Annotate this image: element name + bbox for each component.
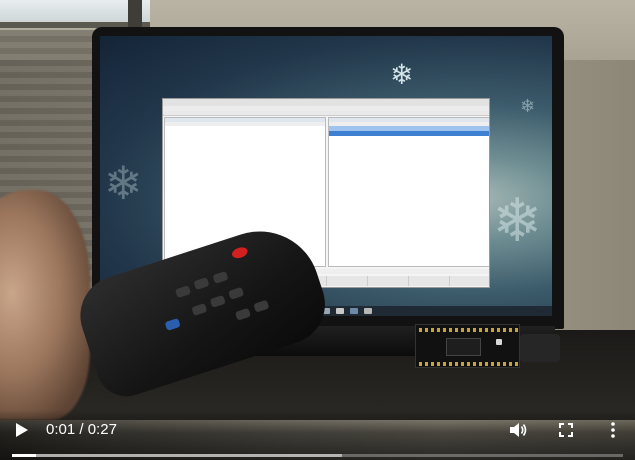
remote-button: [228, 286, 245, 300]
pin-header: [419, 328, 518, 332]
more-options-icon: [611, 422, 615, 438]
snowflake-icon: ❄: [520, 96, 536, 117]
volume-button[interactable]: [505, 418, 531, 442]
current-time: 0:01: [46, 421, 76, 438]
buffered-bar: [12, 454, 342, 457]
volume-icon: [510, 423, 527, 437]
function-key: [368, 276, 409, 286]
function-key: [327, 276, 368, 286]
dev-board: [415, 324, 520, 368]
chip: [446, 338, 481, 356]
remote-button: [253, 299, 270, 313]
file-manager-toolbar: [163, 111, 489, 116]
time-display: 0:01 / 0:27: [46, 420, 117, 440]
snowflake-icon: ❄: [390, 58, 414, 91]
remote-button: [193, 277, 210, 291]
snowflake-icon: ❄: [492, 186, 543, 256]
snowflake-icon: ❄: [104, 156, 143, 210]
fullscreen-button[interactable]: [553, 418, 579, 442]
led: [496, 339, 502, 345]
function-key: [409, 276, 450, 286]
remote-button: [209, 294, 226, 308]
hand: [0, 190, 90, 420]
right-pane: [328, 117, 489, 267]
function-key: [450, 276, 489, 286]
seek-bar[interactable]: [12, 454, 623, 457]
app-icon: [364, 308, 372, 314]
remote-button: [164, 318, 181, 331]
video-player[interactable]: ❄ ❄ ❄ ❄ 0:01 / 0:27: [0, 0, 635, 460]
play-button[interactable]: [10, 418, 34, 442]
window-post: [128, 0, 142, 30]
remote-button: [212, 270, 229, 284]
play-icon: [16, 423, 28, 437]
app-icon: [336, 308, 344, 314]
remote-button: [174, 285, 192, 299]
remote-button: [191, 303, 208, 316]
duration: 0:27: [87, 421, 117, 438]
app-icon: [350, 308, 358, 314]
pin-header: [419, 362, 518, 366]
more-options-button[interactable]: [603, 418, 623, 442]
fullscreen-icon: [559, 423, 573, 437]
file-manager-title: [163, 99, 489, 106]
time-separator: /: [75, 421, 88, 438]
file-row: [329, 245, 489, 250]
remote-button: [234, 307, 252, 321]
power-button: [230, 245, 249, 260]
played-bar: [12, 454, 37, 457]
usb-cable: [520, 334, 560, 362]
